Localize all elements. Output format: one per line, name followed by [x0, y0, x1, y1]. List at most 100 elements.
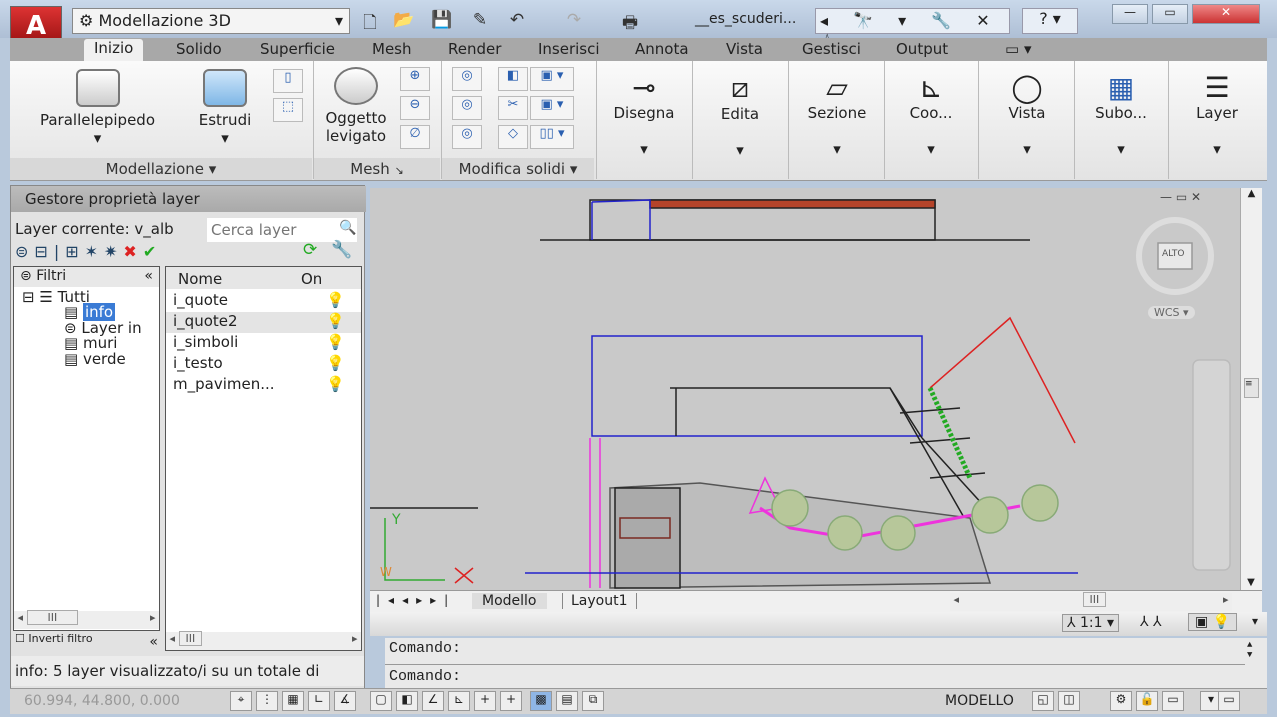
- new-layer-icon[interactable]: ✶: [85, 242, 104, 261]
- lightbulb-icon[interactable]: 💡: [326, 375, 345, 393]
- ribbon-minimize-icon[interactable]: ▭ ▾: [1005, 40, 1031, 58]
- smooth-less-icon[interactable]: ⊖: [400, 96, 430, 120]
- save-icon[interactable]: 💾: [430, 10, 454, 32]
- command-scrollbar[interactable]: ▲ ▼: [1247, 640, 1252, 660]
- workspace-switch-icon[interactable]: ⚙: [1110, 691, 1132, 711]
- polysolid-icon[interactable]: ⬚: [273, 98, 303, 122]
- extrude-button[interactable]: Estrudi ▾: [190, 69, 260, 147]
- undo-icon[interactable]: ↶: [505, 10, 529, 32]
- help-button[interactable]: ? ▾: [1022, 8, 1078, 34]
- new-filter-icon[interactable]: ⊜: [15, 242, 34, 261]
- slice-icon[interactable]: ✂: [498, 96, 528, 120]
- infer-constraints-icon[interactable]: ⌖: [230, 691, 252, 711]
- view-button[interactable]: ◯ Vista ▾: [982, 71, 1072, 158]
- polar-icon[interactable]: ∡: [334, 691, 356, 711]
- tree-node-verde[interactable]: ▤ verde: [64, 350, 126, 368]
- 3d-osnap-icon[interactable]: ◧: [396, 691, 418, 711]
- layer-button[interactable]: ☰ Layer ▾: [1172, 71, 1262, 158]
- viewcube-face[interactable]: ALTO: [1162, 249, 1185, 259]
- tab-render[interactable]: Render: [448, 40, 501, 58]
- dyn-icon[interactable]: +: [474, 691, 496, 711]
- section-button[interactable]: ▱ Sezione ▾: [792, 71, 882, 158]
- toolbar-menu-icon[interactable]: ▾: [1252, 614, 1258, 628]
- maximize-button[interactable]: ▭: [1152, 4, 1188, 24]
- otrack-icon[interactable]: ∠: [422, 691, 444, 711]
- lightbulb-icon[interactable]: 💡: [326, 354, 345, 372]
- collapse-icon[interactable]: «: [144, 268, 153, 284]
- new-vp-layer-icon[interactable]: ✷: [104, 242, 123, 261]
- clean-screen-icon[interactable]: ▭: [1218, 691, 1240, 711]
- workspace-lock-icon[interactable]: ▣ 💡: [1188, 613, 1238, 631]
- model-space-toggle[interactable]: MODELLO: [945, 693, 1014, 709]
- union-icon[interactable]: ◎: [452, 67, 482, 91]
- tab-gestisci[interactable]: Gestisci: [802, 40, 861, 58]
- annotation-visibility-icon[interactable]: ⅄ ⅄: [1140, 614, 1162, 630]
- osnap-icon[interactable]: ▢: [370, 691, 392, 711]
- wcs-menu[interactable]: WCS ▾: [1148, 306, 1195, 319]
- set-current-icon[interactable]: ✔: [143, 242, 162, 261]
- tab-modello[interactable]: Modello: [472, 593, 547, 609]
- tab-nav-buttons[interactable]: |◂◂▸▸|: [376, 593, 456, 607]
- info-center-search[interactable]: ◂ 🔭 ▾ 🔧 ✕ ☆: [815, 8, 1010, 49]
- filter-hscrollbar[interactable]: ◂ III ▸: [14, 610, 159, 629]
- viewport-window-controls[interactable]: — ▭ ✕: [1160, 190, 1201, 204]
- subtract-icon[interactable]: ◎: [452, 96, 482, 120]
- open-icon[interactable]: 📂: [392, 10, 416, 32]
- close-button[interactable]: ✕: [1192, 4, 1260, 24]
- transparency-icon[interactable]: ▩: [530, 691, 552, 711]
- delete-layer-icon[interactable]: ✖: [123, 242, 142, 261]
- smooth-object-button[interactable]: Oggetto levigato: [316, 67, 396, 145]
- lightbulb-icon[interactable]: 💡: [326, 333, 345, 351]
- smooth-more-icon[interactable]: ⊕: [400, 67, 430, 91]
- layer-hscrollbar[interactable]: ◂ III ▸: [166, 631, 361, 650]
- presspull-icon[interactable]: ▯: [273, 69, 303, 93]
- state-manager-icon[interactable]: ⊞: [65, 242, 84, 261]
- interfere-icon[interactable]: ◧: [498, 67, 528, 91]
- new-icon[interactable]: 🗋: [358, 10, 382, 33]
- vertical-scrollbar[interactable]: ▲ ≡ ▼: [1240, 188, 1262, 590]
- refine-icon[interactable]: ∅: [400, 125, 430, 149]
- column-on[interactable]: On: [301, 270, 322, 288]
- tab-superficie[interactable]: Superficie: [260, 40, 335, 58]
- extract-edges-icon[interactable]: ▣ ▾: [530, 67, 574, 91]
- command-window[interactable]: Comando: Comando: ▲ ▼: [385, 638, 1267, 688]
- redo-icon[interactable]: ↷: [562, 10, 586, 32]
- quick-properties-icon[interactable]: ▤: [556, 691, 578, 711]
- layer-row[interactable]: m_pavimen... 💡: [166, 375, 361, 396]
- lock-icon[interactable]: 🔓: [1136, 691, 1158, 711]
- lightbulb-icon[interactable]: 💡: [326, 291, 345, 309]
- layer-search-input[interactable]: [207, 218, 357, 242]
- panel-modellazione[interactable]: Modellazione ▾: [10, 158, 312, 180]
- column-name[interactable]: Nome: [178, 270, 222, 288]
- plot-icon[interactable]: 🖶: [618, 10, 642, 33]
- draw-button[interactable]: ⊸ Disegna ▾: [600, 71, 688, 158]
- command-input[interactable]: Comando:: [389, 668, 461, 685]
- thicken-icon[interactable]: ◇: [498, 125, 528, 149]
- tab-inserisci[interactable]: Inserisci: [538, 40, 600, 58]
- tab-mesh[interactable]: Mesh: [372, 40, 412, 58]
- lineweight-icon[interactable]: +: [500, 691, 522, 711]
- annotation-scale[interactable]: ⅄ 1:1 ▾: [1062, 614, 1120, 632]
- extrude-faces-icon[interactable]: ▣ ▾: [530, 96, 574, 120]
- grid-icon[interactable]: ▦: [282, 691, 304, 711]
- settings-wrench-icon[interactable]: 🔧: [331, 240, 352, 260]
- ducs-icon[interactable]: ⊾: [448, 691, 470, 711]
- workspace-dropdown[interactable]: ⚙ Modellazione 3D ▾: [72, 8, 350, 34]
- layer-row[interactable]: i_quote 💡: [166, 291, 361, 312]
- tab-solido[interactable]: Solido: [176, 40, 222, 58]
- layer-row[interactable]: i_quote2 💡: [166, 312, 361, 333]
- tab-annota[interactable]: Annota: [635, 40, 689, 58]
- tab-output[interactable]: Output: [896, 40, 948, 58]
- tab-layout1[interactable]: Layout1: [562, 593, 637, 609]
- refresh-icon[interactable]: ⟳: [303, 240, 317, 260]
- panel-mesh[interactable]: Mesh ↘: [314, 158, 440, 180]
- layer-row[interactable]: i_simboli 💡: [166, 333, 361, 354]
- ortho-icon[interactable]: ∟: [308, 691, 330, 711]
- search-icon[interactable]: 🔍: [339, 220, 356, 236]
- snap-icon[interactable]: ⋮: [256, 691, 278, 711]
- lightbulb-icon[interactable]: 💡: [326, 312, 345, 330]
- subobject-button[interactable]: ▦ Subo... ▾: [1076, 71, 1166, 158]
- selection-cycling-icon[interactable]: ⧉: [582, 691, 604, 711]
- intersect-icon[interactable]: ◎: [452, 125, 482, 149]
- quick-view-layouts-icon[interactable]: ◱: [1032, 691, 1054, 711]
